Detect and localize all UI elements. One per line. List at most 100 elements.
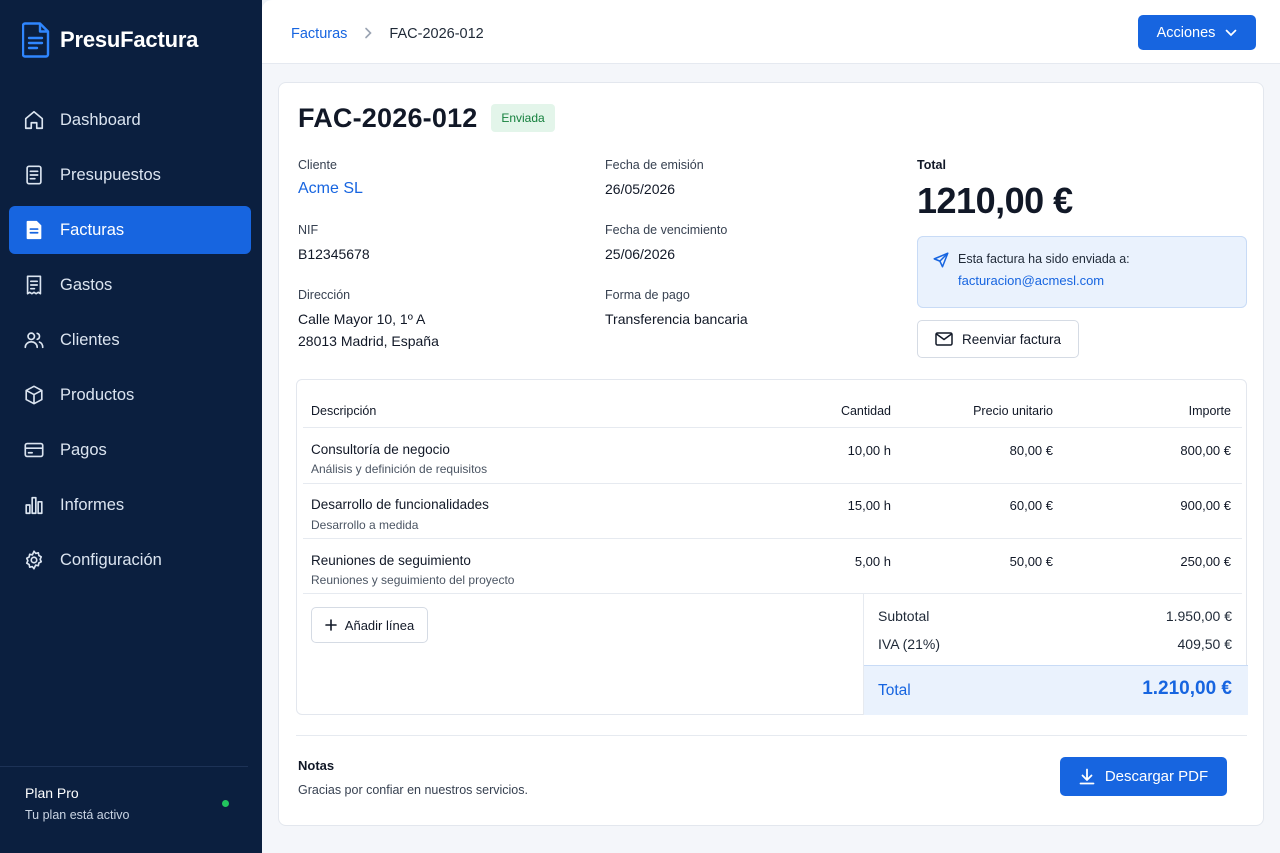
actions-label: Acciones [1156,24,1216,41]
address-label: Dirección [298,288,351,302]
download-pdf-button[interactable]: Descargar PDF [1060,757,1227,796]
client-link[interactable]: Acme SL [298,180,363,198]
add-line-label: Añadir línea [344,617,415,633]
address-line2: 28013 Madrid, España [298,333,439,349]
home-icon [24,110,44,130]
table-divider [303,538,1242,539]
top-bar: Facturas FAC-2026-012 Acciones [262,0,1280,64]
notes-label: Notas [298,758,335,773]
row-1-quantity: 10,00 h [847,443,891,458]
due-date-value: 25/06/2026 [605,246,676,262]
sidebar-item-pagos[interactable]: Pagos [9,426,251,474]
row-3-title: Reuniones de seguimiento [311,553,471,568]
logo-document-icon [22,22,50,58]
sidebar-nav: Dashboard Presupuestos Facturas Gastos C… [9,96,251,591]
sidebar-item-productos[interactable]: Productos [9,371,251,419]
section-divider [296,735,1247,736]
page-title: FAC-2026-012 [298,103,478,133]
total-amount: 1210,00 € [917,180,1073,221]
row-3-unit-price: 50,00 € [1009,554,1053,569]
sidebar-item-dashboard[interactable]: Dashboard [9,96,251,144]
main-content: Facturas FAC-2026-012 Acciones FAC-2026-… [262,0,1280,853]
address-line1: Calle Mayor 10, 1º A [298,311,426,327]
receipt-icon [26,275,42,295]
chevron-right-icon [363,26,373,42]
sent-text: Esta factura ha sido enviada a: [958,252,1130,266]
header-quantity: Cantidad [840,404,891,418]
plan-info: Plan Pro Tu plan está activo [0,766,248,822]
breadcrumb: Facturas FAC-2026-012 [291,26,484,42]
row-2-quantity: 15,00 h [847,498,891,513]
sent-email-link[interactable]: facturacion@acmesl.com [958,273,1104,288]
sidebar-item-configuracion[interactable]: Configuración [9,536,251,584]
sidebar-item-label: Configuración [60,550,162,569]
subtotal-value: 1.950,00 € [1165,608,1232,624]
client-label: Cliente [298,158,337,172]
box-icon [25,385,43,405]
row-1-subtitle: Análisis y definición de requisitos [311,462,488,476]
sidebar-item-label: Facturas [60,220,125,239]
row-1-title: Consultoría de negocio [311,442,450,457]
resend-label: Reenviar factura [961,331,1062,347]
row-3-amount: 250,00 € [1180,554,1231,569]
table-divider [303,483,1242,484]
chevron-down-icon [1226,29,1237,36]
tax-label: IVA (21%) [878,636,940,652]
line-items-table: Descripción Cantidad Precio unitario Imp… [296,379,1248,715]
credit-card-icon [24,442,44,458]
issue-date-value: 26/05/2026 [605,181,676,197]
header-description: Descripción [311,404,377,418]
row-2-title: Desarrollo de funcionalidades [311,497,489,512]
sidebar-item-label: Presupuestos [60,165,161,184]
sent-notice: Esta factura ha sido enviada a: facturac… [917,236,1247,308]
breadcrumb-facturas-link[interactable]: Facturas [291,26,347,42]
invoice-card: FAC-2026-012 Enviada Cliente Acme SL NIF… [278,82,1264,826]
sidebar-item-label: Clientes [60,330,120,349]
plan-name: Plan Pro [25,785,79,801]
add-line-button[interactable]: Añadir línea [311,607,428,643]
download-icon [1079,768,1095,785]
row-1-amount: 800,00 € [1180,443,1231,458]
grand-total-label: Total [878,682,911,699]
row-3-quantity: 5,00 h [854,554,891,569]
download-label: Descargar PDF [1104,768,1209,785]
sidebar-item-label: Gastos [60,275,113,294]
header-amount: Importe [1188,404,1231,418]
sidebar-item-presupuestos[interactable]: Presupuestos [9,151,251,199]
row-2-subtitle: Desarrollo a medida [311,518,419,532]
sidebar-item-informes[interactable]: Informes [9,481,251,529]
grand-total-value: 1.210,00 € [1142,678,1232,699]
nif-value: B12345678 [298,246,370,262]
sidebar-item-label: Pagos [60,440,107,459]
row-2-unit-price: 60,00 € [1009,498,1053,513]
mail-icon [935,332,953,346]
header-unit-price: Precio unitario [973,404,1053,418]
table-divider [303,427,1242,428]
breadcrumb-current: FAC-2026-012 [389,26,484,42]
resend-invoice-button[interactable]: Reenviar factura [917,320,1079,358]
sidebar-item-clientes[interactable]: Clientes [9,316,251,364]
total-label: Total [917,158,946,172]
plan-status: Tu plan está activo [25,808,130,822]
sidebar-item-facturas[interactable]: Facturas [9,206,251,254]
row-3-subtitle: Reuniones y seguimiento del proyecto [311,573,515,587]
sidebar-item-gastos[interactable]: Gastos [9,261,251,309]
row-2-amount: 900,00 € [1180,498,1231,513]
app-logo[interactable]: PresuFactura [22,22,198,58]
payment-method-label: Forma de pago [605,288,690,302]
notes-text: Gracias por confiar en nuestros servicio… [298,783,528,797]
sidebar: PresuFactura Dashboard Presupuestos Fact… [0,0,262,853]
bar-chart-icon [25,496,43,515]
sidebar-item-label: Productos [60,385,135,404]
invoice-icon [26,220,42,240]
totals-summary: Subtotal 1.950,00 € IVA (21%) 409,50 € T… [863,594,1248,715]
tax-value: 409,50 € [1177,636,1233,652]
payment-method-value: Transferencia bancaria [605,311,748,327]
row-1-unit-price: 80,00 € [1009,443,1053,458]
plus-icon [324,619,337,631]
plan-status-dot [222,800,229,807]
actions-button[interactable]: Acciones [1138,15,1256,50]
nif-label: NIF [298,223,319,237]
due-date-label: Fecha de vencimiento [605,223,728,237]
app-name: PresuFactura [60,27,199,52]
